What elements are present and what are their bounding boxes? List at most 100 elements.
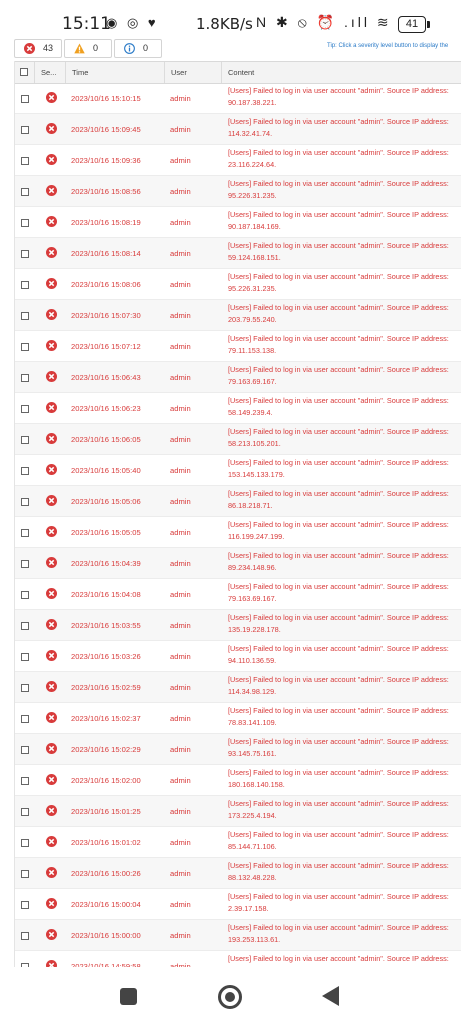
row-checkbox[interactable]	[21, 126, 29, 134]
row-checkbox[interactable]	[21, 715, 29, 723]
table-row[interactable]: 2023/10/16 15:08:06 admin [Users] Failed t…	[15, 269, 461, 300]
row-checkbox[interactable]	[21, 777, 29, 785]
table-row[interactable]: 2023/10/16 15:08:56 admin [Users] Failed t…	[15, 176, 461, 207]
row-content-line1: [Users] Failed to log in via user accoun…	[228, 117, 449, 126]
table-row[interactable]: 2023/10/16 15:02:37 admin [Users] Failed t…	[15, 703, 461, 734]
header-user[interactable]: User	[165, 62, 222, 83]
row-checkbox[interactable]	[21, 839, 29, 847]
row-checkbox[interactable]	[21, 684, 29, 692]
row-checkbox[interactable]	[21, 622, 29, 630]
row-checkbox[interactable]	[21, 560, 29, 568]
table-row[interactable]: 2023/10/16 15:00:26 admin [Users] Failed t…	[15, 858, 461, 889]
error-icon	[46, 743, 57, 754]
table-row[interactable]: 2023/10/16 15:06:23 admin [Users] Failed t…	[15, 393, 461, 424]
row-checkbox[interactable]	[21, 157, 29, 165]
table-row[interactable]: 2023/10/16 15:09:36 admin [Users] Failed t…	[15, 145, 461, 176]
row-content-line2: 88.132.48.228.	[228, 873, 277, 882]
row-checkbox[interactable]	[21, 932, 29, 940]
table-row[interactable]: 2023/10/16 15:06:43 admin [Users] Failed t…	[15, 362, 461, 393]
error-icon	[46, 836, 57, 847]
table-row[interactable]: 2023/10/16 15:05:05 admin [Users] Failed t…	[15, 517, 461, 548]
table-row[interactable]: 2023/10/16 15:03:26 admin [Users] Failed t…	[15, 641, 461, 672]
row-checkbox[interactable]	[21, 901, 29, 909]
table-row[interactable]: 2023/10/16 15:07:30 admin [Users] Failed t…	[15, 300, 461, 331]
row-content: [Users] Failed to log in via user accoun…	[228, 736, 461, 760]
table-row[interactable]: 2023/10/16 15:05:06 admin [Users] Failed t…	[15, 486, 461, 517]
table-row[interactable]: 2023/10/16 15:09:45 admin [Users] Failed t…	[15, 114, 461, 145]
row-content-line1: [Users] Failed to log in via user accoun…	[228, 706, 449, 715]
table-row[interactable]: 2023/10/16 15:00:04 admin [Users] Failed t…	[15, 889, 461, 920]
row-checkbox[interactable]	[21, 808, 29, 816]
back-button[interactable]	[322, 986, 339, 1006]
info-filter-button[interactable]: 0	[114, 39, 162, 58]
row-content-line1: [Users] Failed to log in via user accoun…	[228, 799, 449, 808]
row-checkbox[interactable]	[21, 436, 29, 444]
warning-count: 0	[93, 43, 99, 53]
row-checkbox[interactable]	[21, 653, 29, 661]
table-row[interactable]: 2023/10/16 15:04:08 admin [Users] Failed t…	[15, 579, 461, 610]
table-row[interactable]: 2023/10/16 15:06:05 admin [Users] Failed t…	[15, 424, 461, 455]
home-button[interactable]	[218, 985, 242, 1009]
table-row[interactable]: 2023/10/16 14:59:58 admin [Users] Failed t…	[15, 951, 461, 967]
error-count: 43	[43, 43, 54, 53]
table-row[interactable]: 2023/10/16 15:02:00 admin [Users] Failed t…	[15, 765, 461, 796]
row-user: admin	[170, 745, 191, 754]
row-time: 2023/10/16 15:10:15	[71, 94, 141, 103]
row-checkbox[interactable]	[21, 281, 29, 289]
table-row[interactable]: 2023/10/16 15:08:19 admin [Users] Failed t…	[15, 207, 461, 238]
row-checkbox[interactable]	[21, 343, 29, 351]
row-checkbox[interactable]	[21, 405, 29, 413]
row-content: [Users] Failed to log in via user accoun…	[228, 426, 461, 450]
row-time: 2023/10/16 15:02:29	[71, 745, 141, 754]
table-row[interactable]: 2023/10/16 15:00:00 admin [Users] Failed t…	[15, 920, 461, 951]
row-content-line1: [Users] Failed to log in via user accoun…	[228, 303, 449, 312]
table-row[interactable]: 2023/10/16 15:08:14 admin [Users] Failed t…	[15, 238, 461, 269]
row-content: [Users] Failed to log in via user accoun…	[228, 209, 461, 233]
table-row[interactable]: 2023/10/16 15:03:55 admin [Users] Failed t…	[15, 610, 461, 641]
header-severity[interactable]: Se...	[35, 62, 66, 83]
row-user: admin	[170, 714, 191, 723]
row-content: [Users] Failed to log in via user accoun…	[228, 271, 461, 295]
select-all-checkbox[interactable]	[20, 68, 28, 76]
row-checkbox[interactable]	[21, 374, 29, 382]
row-content-line1: [Users] Failed to log in via user accoun…	[228, 520, 449, 529]
row-checkbox[interactable]	[21, 95, 29, 103]
header-time[interactable]: Time	[66, 62, 165, 83]
table-row[interactable]: 2023/10/16 15:04:39 admin [Users] Failed t…	[15, 548, 461, 579]
row-content: [Users] Failed to log in via user accoun…	[228, 798, 461, 822]
row-checkbox[interactable]	[21, 188, 29, 196]
recents-button[interactable]	[120, 988, 137, 1005]
row-user: admin	[170, 931, 191, 940]
error-icon	[46, 526, 57, 537]
row-checkbox[interactable]	[21, 250, 29, 258]
row-checkbox[interactable]	[21, 870, 29, 878]
table-row[interactable]: 2023/10/16 15:02:59 admin [Users] Failed t…	[15, 672, 461, 703]
table-row[interactable]: 2023/10/16 15:01:02 admin [Users] Failed t…	[15, 827, 461, 858]
table-row[interactable]: 2023/10/16 15:10:15 admin [Users] Failed t…	[15, 83, 461, 114]
row-checkbox[interactable]	[21, 591, 29, 599]
row-checkbox[interactable]	[21, 498, 29, 506]
row-content-line1: [Users] Failed to log in via user accoun…	[228, 768, 449, 777]
row-user: admin	[170, 652, 191, 661]
table-row[interactable]: 2023/10/16 15:07:12 admin [Users] Failed t…	[15, 331, 461, 362]
row-checkbox[interactable]	[21, 529, 29, 537]
row-content: [Users] Failed to log in via user accoun…	[228, 457, 461, 481]
table-row[interactable]: 2023/10/16 15:05:40 admin [Users] Failed t…	[15, 455, 461, 486]
row-checkbox[interactable]	[21, 219, 29, 227]
row-content-line2: 94.110.136.59.	[228, 656, 277, 665]
error-icon	[46, 278, 57, 289]
row-checkbox[interactable]	[21, 467, 29, 475]
row-checkbox[interactable]	[21, 312, 29, 320]
row-content-line2: 23.116.224.64.	[228, 160, 277, 169]
row-checkbox[interactable]	[21, 746, 29, 754]
warning-filter-button[interactable]: 0	[64, 39, 112, 58]
error-filter-button[interactable]: 43	[14, 39, 62, 58]
row-time: 2023/10/16 15:01:02	[71, 838, 141, 847]
error-icon	[46, 557, 57, 568]
row-user: admin	[170, 900, 191, 909]
table-row[interactable]: 2023/10/16 15:01:25 admin [Users] Failed t…	[15, 796, 461, 827]
table-row[interactable]: 2023/10/16 15:02:29 admin [Users] Failed t…	[15, 734, 461, 765]
row-content-line2: 114.34.98.129.	[228, 687, 277, 696]
row-content-line2: 90.187.184.169.	[228, 222, 281, 231]
header-content[interactable]: Content	[222, 62, 461, 83]
